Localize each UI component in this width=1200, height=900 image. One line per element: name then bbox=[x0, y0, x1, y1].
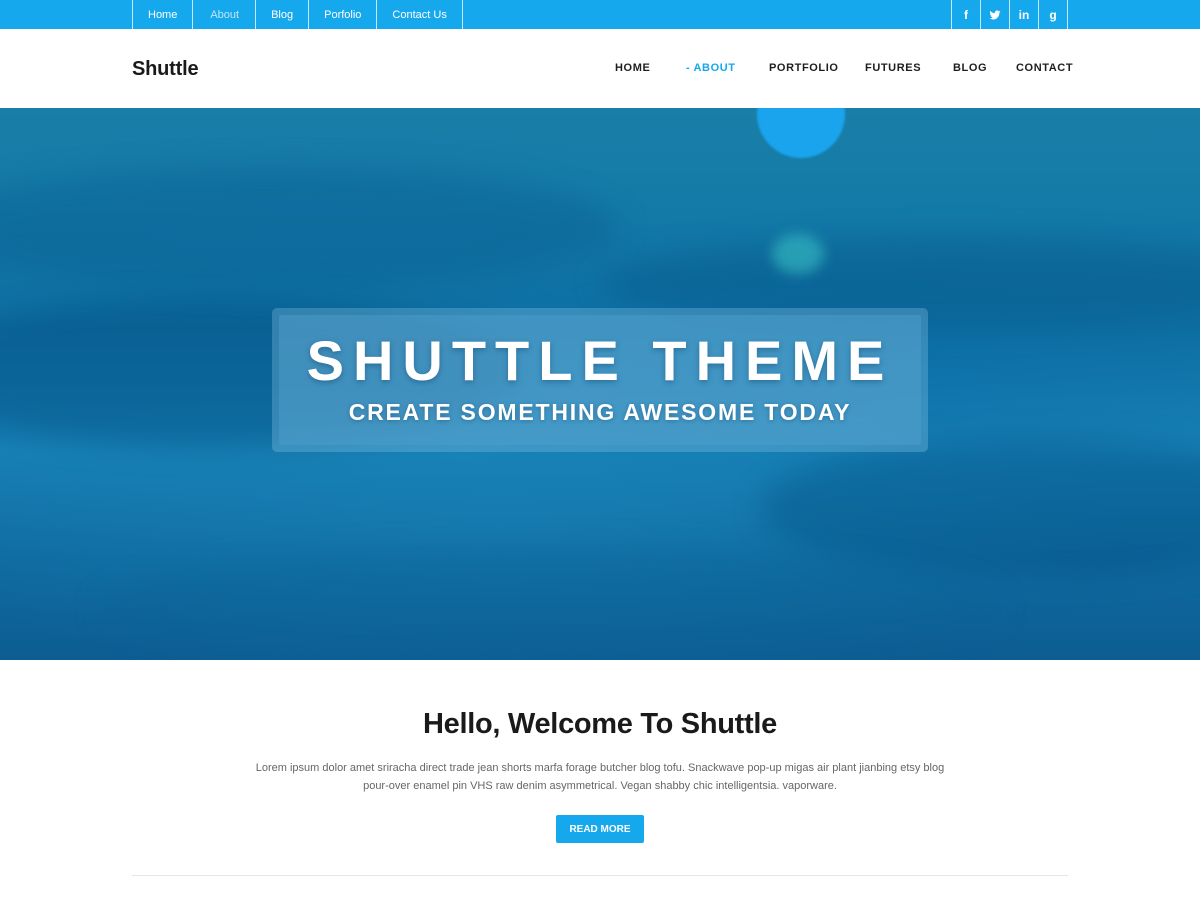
nav-futures[interactable]: FUTURES bbox=[865, 62, 921, 74]
facebook-icon[interactable]: f bbox=[952, 0, 981, 29]
top-menu-contact[interactable]: Contact Us bbox=[377, 0, 463, 29]
nav-about[interactable]: - ABOUT bbox=[686, 62, 736, 74]
section-divider bbox=[132, 875, 1068, 876]
hero-sun-shape bbox=[757, 108, 845, 158]
top-utility-bar: Home About Blog Porfolio Contact Us f in… bbox=[0, 0, 1200, 29]
top-menu-blog[interactable]: Blog bbox=[256, 0, 310, 29]
hero-subtitle: CREATE SOMETHING AWESOME TODAY bbox=[348, 399, 852, 425]
top-menu: Home About Blog Porfolio Contact Us bbox=[132, 0, 463, 29]
hero-wave-shape bbox=[760, 438, 1200, 578]
hero-caption-inner: SHUTTLE THEME CREATE SOMETHING AWESOME T… bbox=[279, 315, 921, 445]
welcome-text-line: Lorem ipsum dolor amet sriracha direct t… bbox=[255, 762, 945, 774]
google-icon[interactable]: g bbox=[1039, 0, 1068, 29]
nav-home[interactable]: HOME bbox=[615, 62, 650, 74]
nav-portfolio[interactable]: PORTFOLIO bbox=[769, 62, 839, 74]
hero-caption-box: SHUTTLE THEME CREATE SOMETHING AWESOME T… bbox=[272, 308, 928, 452]
hero-glow-shape bbox=[772, 234, 824, 274]
read-more-button[interactable]: READ MORE bbox=[556, 815, 644, 843]
top-menu-portfolio[interactable]: Porfolio bbox=[309, 0, 378, 29]
twitter-icon[interactable] bbox=[981, 0, 1010, 29]
nav-blog[interactable]: BLOG bbox=[953, 62, 987, 74]
main-nav: HOME - ABOUT PORTFOLIO FUTURES BLOG CONT… bbox=[0, 62, 1200, 76]
nav-contact[interactable]: CONTACT bbox=[1016, 62, 1073, 74]
hero-title: SHUTTLE THEME bbox=[306, 329, 894, 392]
social-links: f in g bbox=[951, 0, 1068, 29]
top-menu-home[interactable]: Home bbox=[133, 0, 194, 29]
hero-wave-shape bbox=[100, 548, 1000, 660]
top-menu-about[interactable]: About bbox=[193, 0, 257, 29]
welcome-text-line: pour-over enamel pin VHS raw denim asymm… bbox=[363, 780, 837, 792]
welcome-title: Hello, Welcome To Shuttle bbox=[423, 708, 777, 740]
hero-banner: SHUTTLE THEME CREATE SOMETHING AWESOME T… bbox=[0, 108, 1200, 660]
linkedin-icon[interactable]: in bbox=[1010, 0, 1039, 29]
site-header: Shuttle HOME - ABOUT PORTFOLIO FUTURES B… bbox=[0, 29, 1200, 108]
welcome-text: Lorem ipsum dolor amet sriracha direct t… bbox=[240, 759, 960, 795]
hero-wave-shape bbox=[0, 168, 620, 288]
